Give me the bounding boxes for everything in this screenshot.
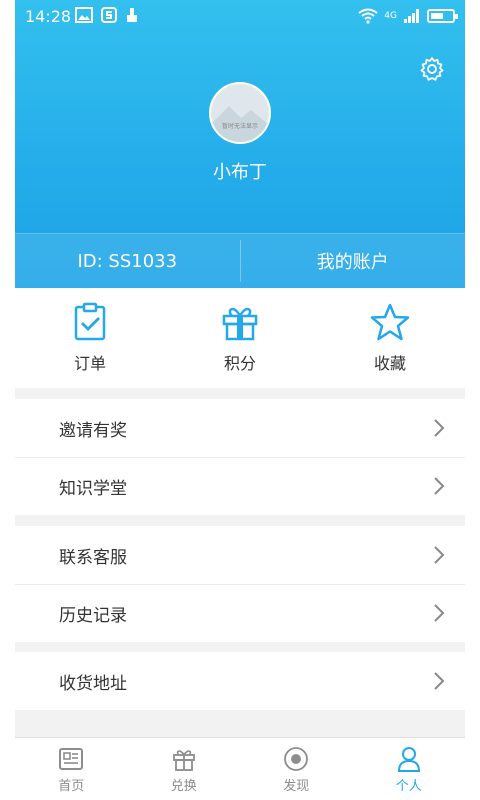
menu-knowledge[interactable]: 知识学堂 <box>15 457 465 515</box>
notification-icons <box>75 7 139 23</box>
menu-knowledge-label: 知识学堂 <box>59 478 127 499</box>
menu-support-label: 联系客服 <box>59 547 127 568</box>
menu-support[interactable]: 联系客服 <box>15 526 465 584</box>
s-app-icon <box>101 7 117 23</box>
quick-orders[interactable]: 订单 <box>15 288 165 388</box>
profile-header: 14:28 4G 暂时无法显示 小布丁 ID: SS1033 我的账户 <box>15 0 465 288</box>
nav-home[interactable]: 首页 <box>15 738 128 800</box>
menu-address-label: 收货地址 <box>59 673 127 694</box>
nav-exchange[interactable]: 兑换 <box>128 738 241 800</box>
settings-gear-icon[interactable] <box>419 56 445 82</box>
quick-favorites-label: 收藏 <box>373 354 406 373</box>
menu-history[interactable]: 历史记录 <box>15 584 465 642</box>
menu-history-label: 历史记录 <box>59 605 127 626</box>
menu-address[interactable]: 收货地址 <box>15 652 465 710</box>
wifi-icon <box>358 8 378 24</box>
status-time: 14:28 <box>25 7 72 26</box>
nav-exchange-label: 兑换 <box>170 779 197 794</box>
my-account-button[interactable]: 我的账户 <box>241 234 466 288</box>
system-icons: 4G <box>358 8 458 24</box>
bottom-nav: 首页 兑换 发现 个人 <box>15 737 465 800</box>
quick-orders-label: 订单 <box>73 354 106 373</box>
nav-discover[interactable]: 发现 <box>240 738 353 800</box>
clipboard-check-icon <box>74 302 106 341</box>
status-bar: 14:28 4G <box>15 0 465 32</box>
quick-favorites[interactable]: 收藏 <box>315 288 465 388</box>
username: 小布丁 <box>213 162 267 183</box>
chevron-right-icon <box>434 419 445 437</box>
chevron-right-icon <box>434 604 445 622</box>
person-icon <box>397 747 420 772</box>
star-icon <box>370 303 410 341</box>
chevron-right-icon <box>434 477 445 495</box>
quick-actions: 订单 积分 收藏 <box>15 288 465 388</box>
image-icon <box>75 7 93 23</box>
menu-group-3: 收货地址 <box>15 652 465 710</box>
gift-icon <box>222 307 258 341</box>
menu-invite-label: 邀请有奖 <box>59 420 127 441</box>
nav-profile[interactable]: 个人 <box>353 738 466 800</box>
app-screen: 14:28 4G 暂时无法显示 小布丁 ID: SS1033 我的账户 订单 积… <box>15 0 465 800</box>
quick-points-label: 积分 <box>223 354 256 373</box>
discover-icon <box>284 747 309 771</box>
avatar-caption: 暂时无法显示 <box>221 123 258 130</box>
gift-outline-icon <box>172 750 195 771</box>
chevron-right-icon <box>434 546 445 564</box>
brush-icon <box>127 8 137 22</box>
user-id: ID: SS1033 <box>77 250 178 272</box>
nav-profile-label: 个人 <box>395 779 422 794</box>
signal-icon <box>404 9 419 23</box>
nav-home-label: 首页 <box>58 779 85 794</box>
account-bar: ID: SS1033 我的账户 <box>15 233 465 288</box>
battery-icon <box>427 9 458 23</box>
home-card-icon <box>59 748 84 770</box>
menu-group-1: 邀请有奖 知识学堂 <box>15 399 465 515</box>
network-type: 4G <box>384 11 397 21</box>
chevron-right-icon <box>434 672 445 690</box>
avatar-placeholder-icon <box>211 84 269 142</box>
nav-discover-label: 发现 <box>283 779 310 794</box>
menu-invite[interactable]: 邀请有奖 <box>15 399 465 457</box>
avatar[interactable]: 暂时无法显示 <box>209 82 271 144</box>
quick-points[interactable]: 积分 <box>165 288 315 388</box>
menu-group-2: 联系客服 历史记录 <box>15 526 465 642</box>
